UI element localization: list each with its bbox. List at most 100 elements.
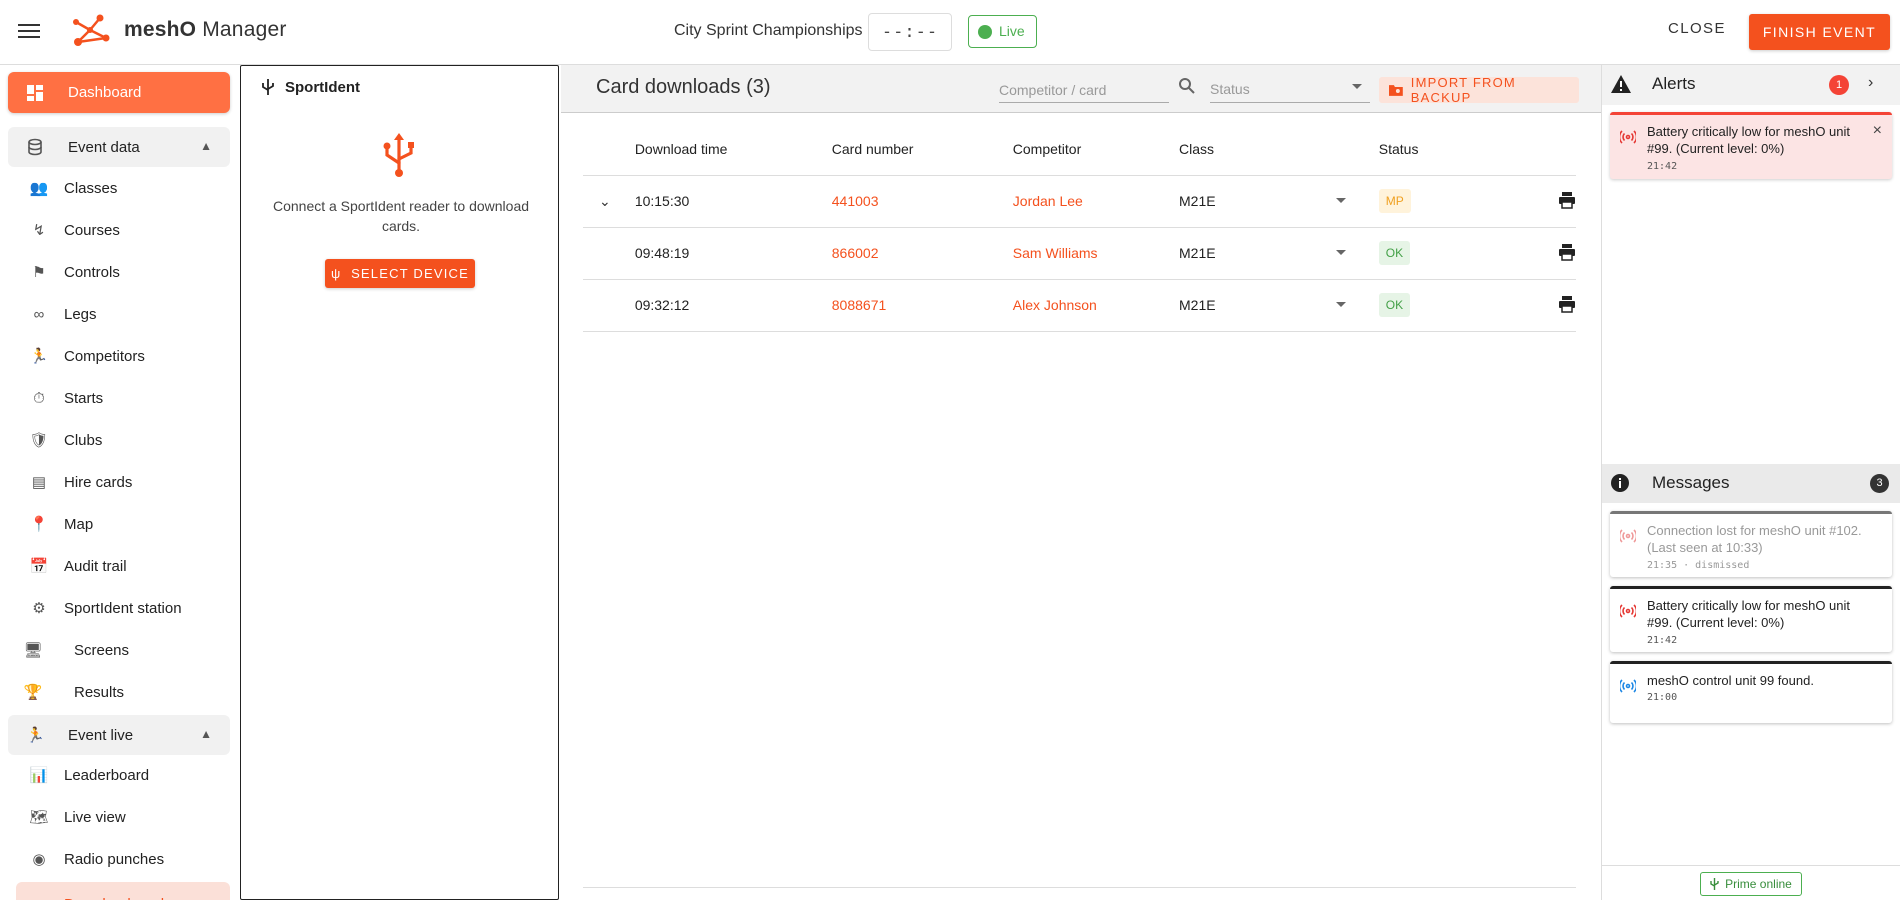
sidebar-item-dashboard[interactable]: Dashboard <box>8 72 230 113</box>
sidebar-item-classes[interactable]: 👥 Classes <box>30 172 118 204</box>
column-header[interactable]: Competitor <box>1012 123 1180 176</box>
column-header[interactable]: Status <box>1378 123 1518 176</box>
import-from-backup-button[interactable]: IMPORT FROM BACKUP <box>1379 75 1579 105</box>
sidebar-item-map[interactable]: 📍 Map <box>29 508 94 540</box>
pin-icon: 📍 <box>29 516 49 533</box>
column-header[interactable]: Class <box>1179 123 1379 176</box>
alert-card: Battery critically low for meshO unit #9… <box>1610 112 1892 179</box>
sidebar-group-label: Event data <box>68 138 140 156</box>
table-row: ⌄ 10:15:30 441003 Jordan Lee M21E MP <box>583 175 1576 228</box>
sidebar-item-competitors[interactable]: 🏃 Competitors <box>30 340 145 372</box>
info-icon <box>1611 474 1629 492</box>
message-card[interactable]: meshO control unit 99 found. 21:00 <box>1610 661 1892 723</box>
message-text: Battery critically low for meshO unit #9… <box>1647 598 1851 630</box>
chevron-right-icon[interactable]: › <box>1868 74 1873 92</box>
sidebar-group-event-live[interactable]: 🏃 Event live ▲ <box>8 715 230 755</box>
print-icon[interactable] <box>1558 191 1576 209</box>
sportident-title: SportIdent <box>261 78 360 96</box>
messages-header[interactable]: Messages 3 <box>1602 464 1900 503</box>
alerts-header[interactable]: Alerts 1 › <box>1602 65 1900 105</box>
monitor-icon: 🖥 <box>23 642 43 659</box>
dropdown-arrow-icon <box>1336 302 1347 307</box>
alerts-count-badge: 1 <box>1829 75 1849 95</box>
competitor-link[interactable]: Alex Johnson <box>1013 297 1097 313</box>
prime-online-status[interactable]: Prime online <box>1700 872 1802 896</box>
legs-icon: ∞ <box>33 305 45 323</box>
message-card[interactable]: Battery critically low for meshO unit #9… <box>1610 586 1892 652</box>
sidebar-item-controls[interactable]: ⚑ Controls <box>30 256 120 288</box>
search-input[interactable]: Competitor / card <box>999 73 1169 103</box>
status-filter-select[interactable]: Status <box>1210 73 1370 103</box>
divider <box>583 887 1576 888</box>
chevron-up-icon: ▲ <box>200 139 212 153</box>
sidebar-item-download-card[interactable]: Download card <box>16 882 230 900</box>
sidebar-item-label: Courses <box>64 221 120 239</box>
sidebar-item-label: SportIdent station <box>64 599 182 617</box>
chevron-up-icon: ▲ <box>200 727 212 741</box>
sidebar-item-label: Hire cards <box>64 473 133 491</box>
dashboard-icon <box>27 84 43 101</box>
sportident-panel: SportIdent Connect a SportIdent reader t… <box>240 65 559 900</box>
column-header[interactable]: Card number <box>831 123 1013 176</box>
route-icon: ↯ <box>32 222 46 239</box>
sidebar-item-sportident-station[interactable]: ⚙ SportIdent station <box>30 592 182 624</box>
class-value: M21E <box>1179 245 1216 261</box>
message-time: 21:00 <box>1647 692 1678 703</box>
live-label: Live <box>999 23 1025 39</box>
competitor-link[interactable]: Sam Williams <box>1013 245 1098 261</box>
close-icon[interactable]: × <box>1873 122 1882 140</box>
event-name: City Sprint Championships <box>674 22 863 39</box>
card-number-link[interactable]: 866002 <box>832 245 879 261</box>
sidebar-item-label: Radio punches <box>64 850 165 868</box>
column-header[interactable]: Download time <box>634 123 832 176</box>
card-downloads-header: Card downloads (3) Competitor / card Sta… <box>561 65 1601 113</box>
sidebar-item-live-view[interactable]: 🗺 Live view <box>29 801 125 833</box>
sidebar-item-results[interactable]: 🏆 Results <box>24 676 124 708</box>
sidebar-item-starts[interactable]: ⏱ Starts <box>30 382 103 414</box>
sidebar-group-label: Event live <box>68 726 134 744</box>
import-label: IMPORT FROM BACKUP <box>1410 75 1516 105</box>
sidebar-item-audit-trail[interactable]: 📅 Audit trail <box>30 550 127 582</box>
sidebar-item-legs[interactable]: ∞ Legs <box>30 298 97 330</box>
sidebar-item-leaderboard[interactable]: 📊 Leaderboard <box>30 759 149 791</box>
class-select[interactable]: M21E <box>1179 245 1379 261</box>
print-icon[interactable] <box>1558 295 1576 313</box>
sidebar-item-radio-punches[interactable]: ◉ Radio punches <box>30 843 164 875</box>
print-icon[interactable] <box>1558 243 1576 261</box>
card-number-link[interactable]: 8088671 <box>832 297 887 313</box>
mesh-logo-icon <box>73 14 110 46</box>
sidebar-item-label: Screens <box>74 641 130 659</box>
sidebar-item-screens[interactable]: 🖥 Screens <box>23 634 130 666</box>
trophy-icon: 🏆 <box>23 684 43 701</box>
sidebar-item-label: Leaderboard <box>64 766 150 784</box>
sidebar-item-label: Results <box>74 683 125 701</box>
top-bar: meshO Manager City Sprint Championships … <box>0 0 1900 65</box>
status-filter-label: Status <box>1210 81 1250 97</box>
sidebar-item-clubs[interactable]: 🛡 Clubs <box>29 424 102 456</box>
sidebar-item-label: Dashboard <box>68 84 142 101</box>
card-number-link[interactable]: 441003 <box>832 193 879 209</box>
divider <box>1602 865 1900 866</box>
messages-count-badge: 3 <box>1870 474 1889 493</box>
radio-icon: ◉ <box>32 851 46 868</box>
card-downloads-panel: Card downloads (3) Competitor / card Sta… <box>561 65 1601 900</box>
menu-icon[interactable] <box>16 20 42 46</box>
select-device-button[interactable]: ψ SELECT DEVICE <box>325 259 475 288</box>
table-header-row: Download time Card number Competitor Cla… <box>583 123 1576 176</box>
search-icon[interactable] <box>1178 77 1196 95</box>
chevron-down-icon[interactable]: ⌄ <box>599 193 611 209</box>
class-select[interactable]: M21E <box>1179 297 1379 313</box>
sidebar-group-event-data[interactable]: Event data ▲ <box>8 127 230 167</box>
alert-text: Battery critically low for meshO unit #9… <box>1647 124 1851 156</box>
sidebar-item-courses[interactable]: ↯ Courses <box>30 214 120 246</box>
leaderboard-icon: 📊 <box>29 767 49 784</box>
class-select[interactable]: M21E <box>1179 193 1379 209</box>
message-card[interactable]: Connection lost for meshO unit #102. (La… <box>1610 511 1892 577</box>
sidebar-item-label: Competitors <box>64 347 145 365</box>
live-status-chip[interactable]: Live <box>968 15 1037 48</box>
sidebar-item-hire-cards[interactable]: ▤ Hire cards <box>30 466 132 498</box>
signal-icon <box>1620 604 1636 618</box>
close-button[interactable]: CLOSE <box>1668 20 1726 37</box>
finish-event-button[interactable]: FINISH EVENT <box>1749 14 1890 50</box>
competitor-link[interactable]: Jordan Lee <box>1013 193 1083 209</box>
